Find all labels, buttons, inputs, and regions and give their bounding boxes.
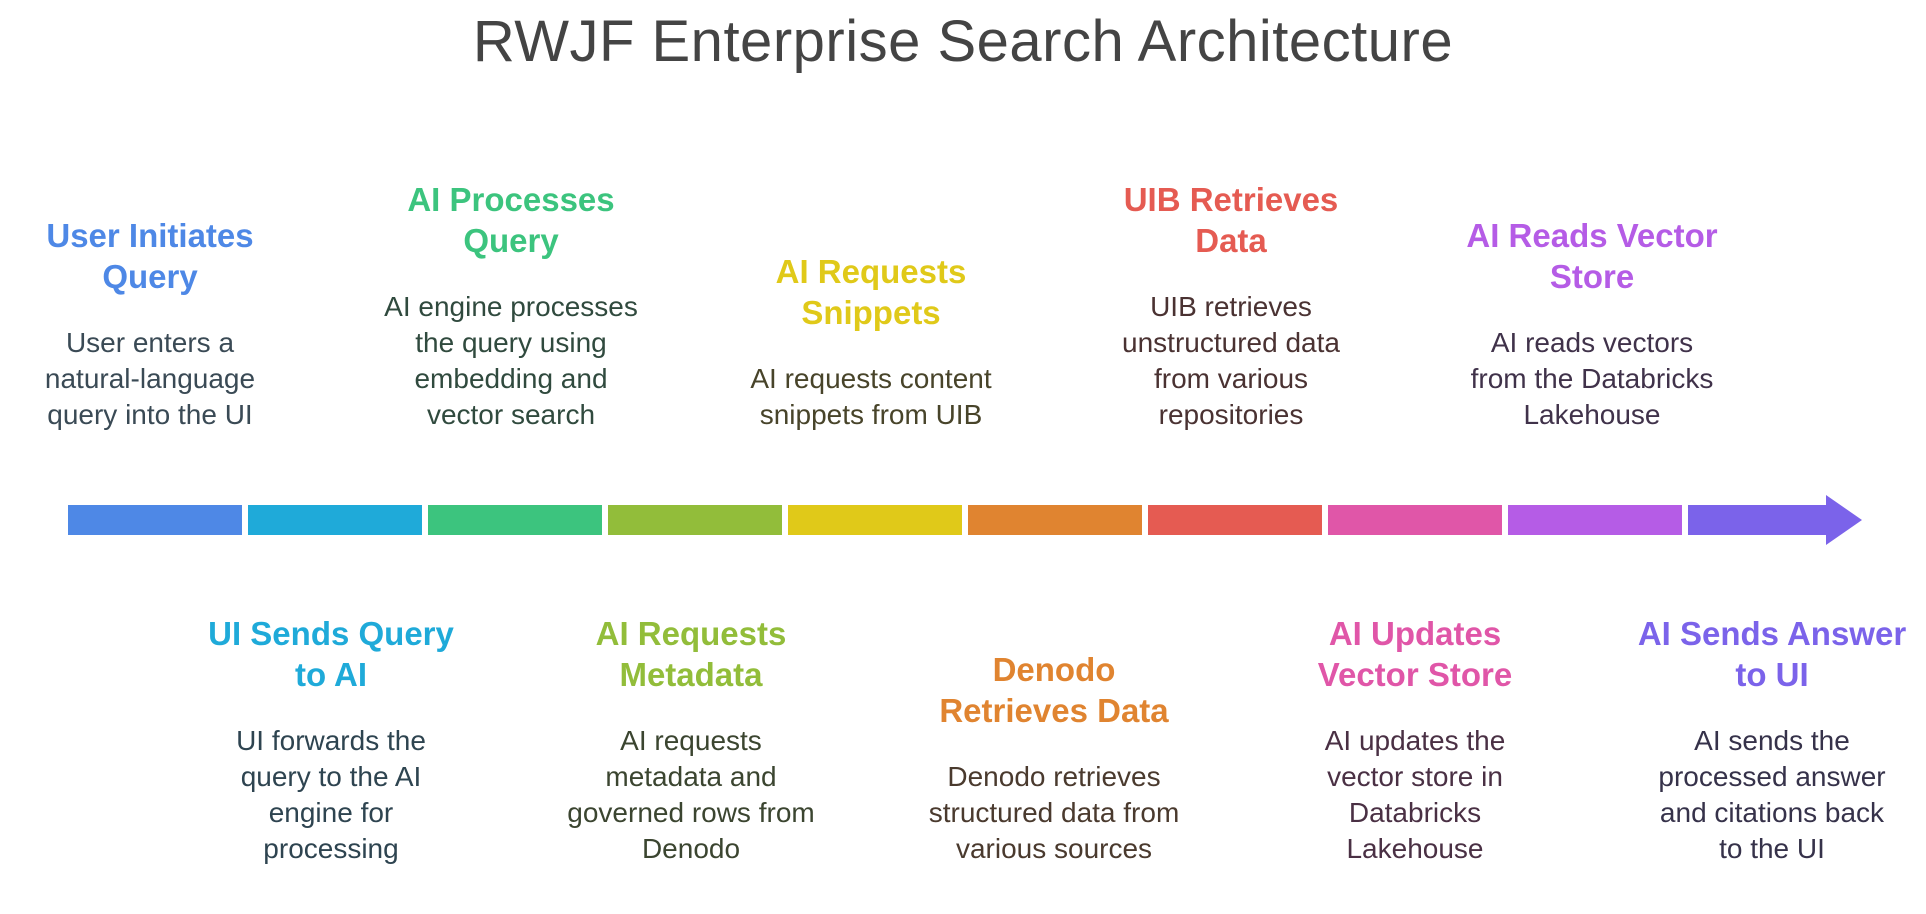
timeline-segment-7 xyxy=(1148,505,1322,535)
step-heading: AI Sends Answer to UI xyxy=(1637,615,1907,693)
step-description: AI engine processes the query using embe… xyxy=(384,291,638,430)
timeline-segment-3 xyxy=(428,505,602,535)
step-description: UIB retrieves unstructured data from var… xyxy=(1122,291,1340,430)
step-heading: UI Sends Query to AI xyxy=(208,615,454,693)
step-8: AI Updates Vector Store AI updates the ve… xyxy=(1255,613,1575,867)
step-description: AI sends the processed answer and citati… xyxy=(1658,725,1886,864)
step-description: UI forwards the query to the AI engine f… xyxy=(236,725,426,864)
step-heading: AI Requests Metadata xyxy=(595,615,787,693)
timeline-segment-1 xyxy=(68,505,242,535)
step-7: UIB Retrieves Data UIB retrieves unstruct… xyxy=(1071,179,1391,433)
step-4: AI Requests Metadata AI requests metadata… xyxy=(531,613,851,867)
step-heading: UIB Retrieves Data xyxy=(1123,181,1339,259)
step-heading: Denodo Retrieves Data xyxy=(939,651,1169,729)
step-6: Denodo Retrieves Data Denodo retrieves st… xyxy=(894,649,1214,867)
step-2: UI Sends Query to AI UI forwards the quer… xyxy=(171,613,491,867)
step-description: AI reads vectors from the Databricks Lak… xyxy=(1470,327,1714,430)
step-heading: User Initiates Query xyxy=(46,217,254,295)
step-heading: AI Processes Query xyxy=(407,181,615,259)
timeline-segment-4 xyxy=(608,505,782,535)
step-9: AI Reads Vector Store AI reads vectors fr… xyxy=(1432,215,1752,433)
step-description: Denodo retrieves structured data from va… xyxy=(928,761,1180,864)
timeline-segment-2 xyxy=(248,505,422,535)
step-heading: AI Updates Vector Store xyxy=(1317,615,1513,693)
step-description: User enters a natural-language query int… xyxy=(44,327,256,430)
step-5: AI Requests Snippets AI requests content … xyxy=(711,251,1031,433)
timeline-segment-5 xyxy=(788,505,962,535)
timeline-segment-6 xyxy=(968,505,1142,535)
step-3: AI Processes Query AI engine processes th… xyxy=(351,179,671,433)
timeline-segment-9 xyxy=(1508,505,1682,535)
step-description: AI updates the vector store in Databrick… xyxy=(1324,725,1506,864)
step-description: AI requests metadata and governed rows f… xyxy=(567,725,815,864)
step-1: User Initiates Query User enters a natura… xyxy=(0,215,310,433)
step-heading: AI Requests Snippets xyxy=(775,253,967,331)
step-10: AI Sends Answer to UI AI sends the proces… xyxy=(1612,613,1926,867)
step-heading: AI Reads Vector Store xyxy=(1466,217,1718,295)
step-description: AI requests content snippets from UIB xyxy=(750,363,992,430)
timeline-segment-8 xyxy=(1328,505,1502,535)
timeline-arrowhead xyxy=(1688,495,1862,545)
